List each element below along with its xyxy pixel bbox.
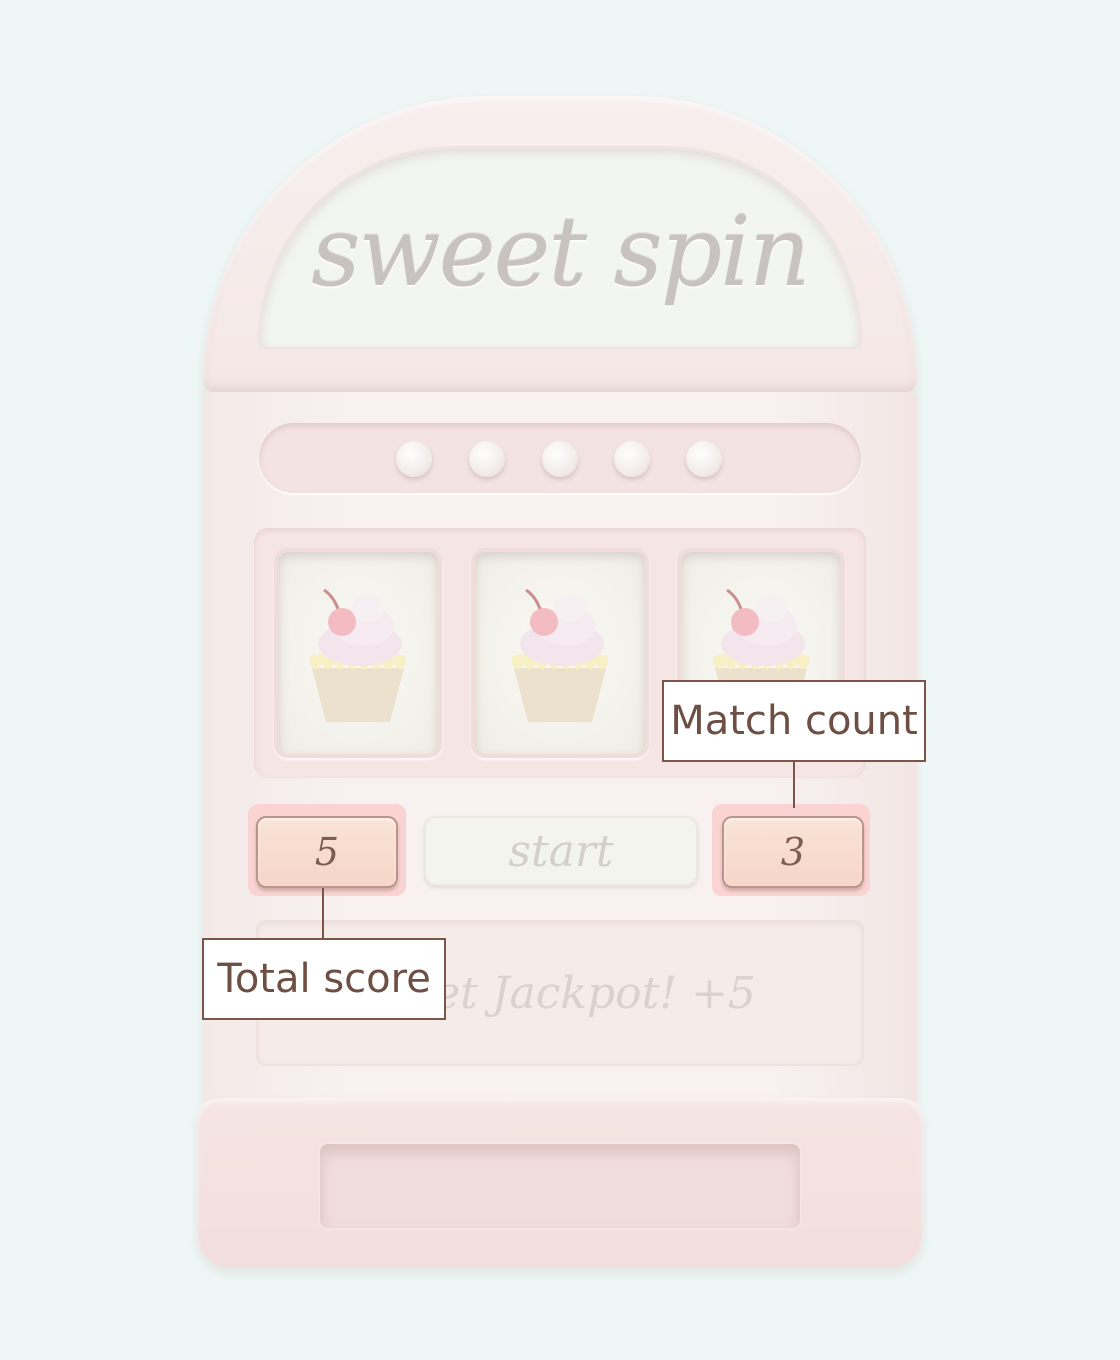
reel-2 [471,548,649,758]
slot-machine: sweet spin 5 start 3 et Jackpot! +5 Tota… [0,0,1120,1360]
reel-1 [274,548,442,758]
payout-tray [318,1142,802,1230]
cupcake-icon [512,588,608,722]
game-title: sweet spin [311,196,810,308]
indicator-light [396,441,432,477]
total-score-leader-line [322,888,324,940]
indicator-light [614,441,650,477]
total-score-display: 5 [256,816,398,888]
match-count-leader-line [793,760,795,808]
match-count-callout: Match count [662,680,926,762]
indicator-light [542,441,578,477]
cupcake-icon [310,588,406,722]
total-score-callout: Total score [202,938,446,1020]
match-count-display: 3 [722,816,864,888]
indicator-light [686,441,722,477]
start-button[interactable]: start [424,816,698,886]
title-panel: sweet spin [258,146,862,350]
indicator-light [469,441,505,477]
